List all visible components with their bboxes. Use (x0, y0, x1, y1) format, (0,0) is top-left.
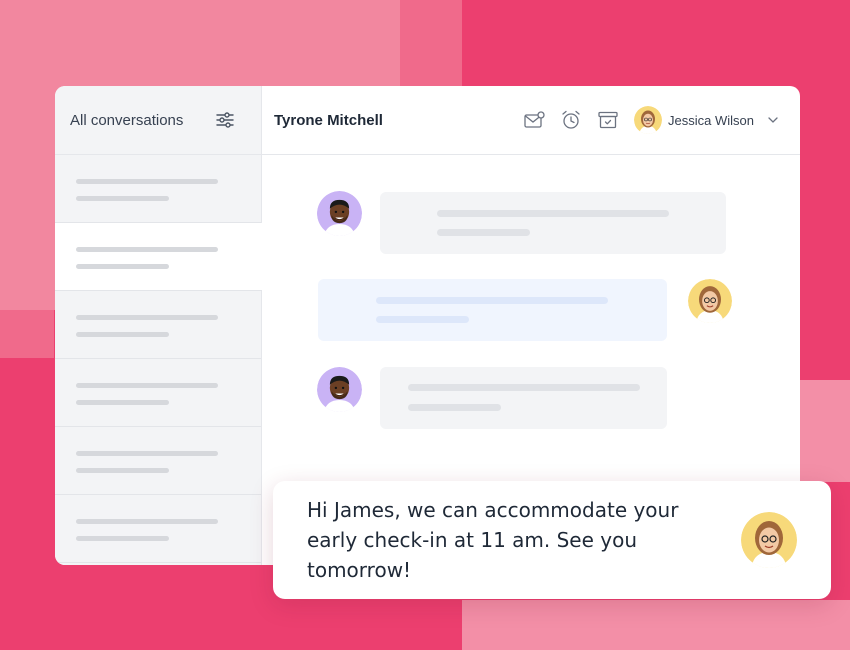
message-bubble (318, 279, 667, 341)
archive-icon[interactable] (597, 109, 619, 131)
placeholder-line (76, 451, 218, 456)
background-block (0, 310, 54, 358)
message-bubble (380, 367, 667, 429)
placeholder-line (76, 383, 218, 388)
list-item[interactable] (55, 359, 261, 427)
agent-avatar (688, 279, 732, 323)
agent-selector[interactable]: Jessica Wilson (634, 106, 778, 134)
background-block (462, 600, 850, 650)
placeholder-line (76, 264, 169, 269)
list-item[interactable] (55, 291, 261, 359)
reply-message-text: Hi James, we can accommodate your early … (307, 498, 679, 582)
placeholder-line (76, 536, 169, 541)
agent-avatar (634, 106, 663, 134)
sidebar-header: All conversations (55, 86, 261, 155)
sidebar-title: All conversations (70, 111, 184, 129)
message-bubble (380, 192, 726, 254)
chevron-down-icon (768, 117, 778, 123)
mail-notification-icon[interactable] (523, 109, 545, 131)
list-item[interactable] (55, 495, 261, 563)
reply-message-card: Hi James, we can accommodate your early … (273, 481, 831, 599)
placeholder-line (76, 400, 169, 405)
placeholder-line (76, 247, 218, 252)
background-block (800, 380, 850, 482)
placeholder-line (76, 179, 218, 184)
contact-name: Tyrone Mitchell (274, 111, 383, 129)
conversation-list (55, 155, 262, 563)
agent-name: Jessica Wilson (668, 112, 754, 128)
list-item[interactable] (55, 427, 261, 495)
list-item-selected[interactable] (55, 223, 262, 291)
placeholder-line (76, 332, 169, 337)
conversation-header: Tyrone Mitchell Jessica Wilson (262, 86, 800, 155)
conversation-sidebar: All conversations (55, 86, 262, 565)
list-item[interactable] (55, 155, 261, 223)
agent-avatar (741, 512, 797, 568)
placeholder-line (76, 468, 169, 473)
customer-avatar (317, 191, 362, 236)
sliders-icon[interactable] (215, 110, 235, 130)
customer-avatar (317, 367, 362, 412)
alarm-clock-icon[interactable] (560, 109, 582, 131)
background-block (400, 0, 462, 86)
placeholder-line (76, 519, 218, 524)
placeholder-line (76, 315, 218, 320)
placeholder-line (76, 196, 169, 201)
